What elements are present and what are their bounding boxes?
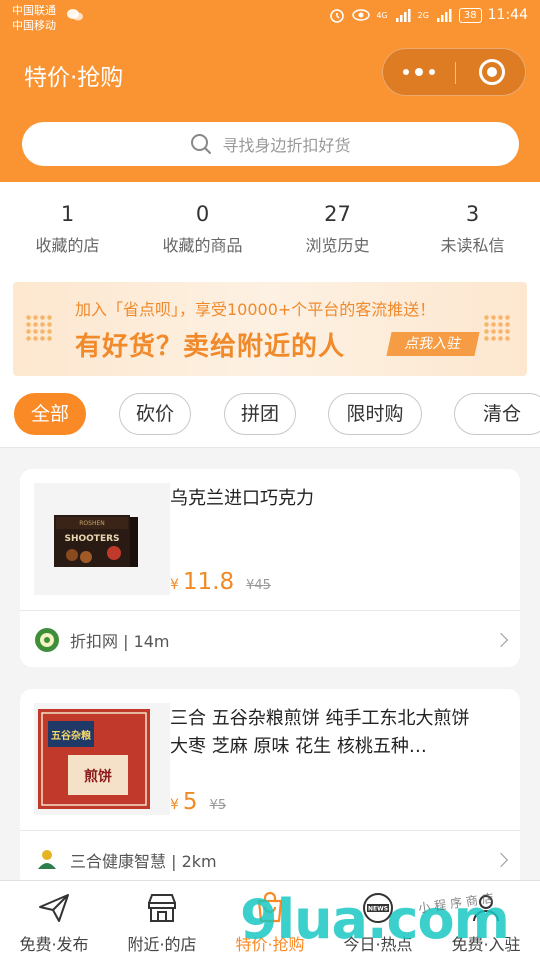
stat-value: 27 <box>324 202 351 226</box>
svg-text:NEWS: NEWS <box>368 906 388 913</box>
shop-info[interactable]: 三合健康智慧 | 2km <box>34 847 217 873</box>
stat-unread-messages[interactable]: 3 未读私信 <box>405 182 540 266</box>
banner-headline: 有好货？卖给附近的人 <box>75 332 346 362</box>
stat-value: 0 <box>195 202 210 226</box>
signal-icon-2 <box>436 9 452 22</box>
network-1: 4G <box>376 10 388 20</box>
wechat-icon <box>67 9 83 21</box>
tab-label: 附近·的店 <box>127 935 197 954</box>
page-title: 特价·抢购 <box>24 65 124 91</box>
user-stats: 1 收藏的店 0 收藏的商品 27 浏览历史 3 未读私信 <box>0 182 540 266</box>
product-price: ¥ 5 ¥5 <box>170 789 226 815</box>
filter-group-buy[interactable]: 拼团 <box>224 393 296 435</box>
search-placeholder: 寻找身边折扣好货 <box>222 136 351 155</box>
image-label-text: 五谷杂粮 <box>51 729 91 742</box>
product-image: 五谷杂粮 煎饼 <box>34 703 170 815</box>
shop-info[interactable]: 折扣网 | 14m <box>34 627 170 653</box>
close-mini-program-button[interactable] <box>479 59 505 85</box>
image-maker-text: ROSHEN <box>79 520 105 527</box>
shop-name-distance: 折扣网 | 14m <box>70 632 170 651</box>
current-price: 11.8 <box>182 569 235 595</box>
chevron-right-icon <box>493 852 509 868</box>
tab-label: 免费·入驻 <box>451 935 521 954</box>
bottom-tab-bar: 免费·发布 附近·的店 特价·抢购 NEWS 今日·热点 免费·入驻 <box>0 880 540 960</box>
product-image: SHOOTERS ROSHEN <box>34 483 170 595</box>
status-bar: 中国联通 中国移动 4G 2G 38 11:44 <box>0 0 540 36</box>
stat-label: 浏览历史 <box>305 236 370 255</box>
image-title-text: 煎饼 <box>84 768 112 785</box>
store-icon <box>148 894 176 922</box>
banner-subtitle: 加入「省点呗」，享受10000+个平台的客流推送！ <box>75 300 436 319</box>
filter-bargain[interactable]: 砍价 <box>119 393 191 435</box>
stat-label: 收藏的店 <box>35 236 100 255</box>
join-button[interactable]: 点我入驻 <box>386 332 480 356</box>
tab-nearby-shops[interactable]: 附近·的店 <box>108 881 216 960</box>
banner-dots-left <box>25 314 53 342</box>
stat-favorite-shops[interactable]: 1 收藏的店 <box>0 182 135 266</box>
tab-label: 特价·抢购 <box>235 935 305 954</box>
currency-symbol: ¥ <box>170 577 179 593</box>
product-price: ¥ 11.8 ¥45 <box>170 569 271 595</box>
battery-indicator: 38 <box>458 7 482 23</box>
tab-label: 免费·发布 <box>19 935 89 954</box>
currency-symbol: ¥ <box>170 797 179 813</box>
current-price: 5 <box>182 789 198 815</box>
original-price: ¥45 <box>246 578 271 593</box>
chocolate-box-image: SHOOTERS ROSHEN <box>34 483 170 595</box>
card-divider <box>20 830 520 831</box>
shop-name-distance: 三合健康智慧 | 2km <box>70 852 217 871</box>
promo-banner[interactable]: 加入「省点呗」，享受10000+个平台的客流推送！ 有好货？卖给附近的人 点我入… <box>13 282 527 376</box>
signal-icon-1 <box>395 9 411 22</box>
chevron-right-icon <box>493 632 509 648</box>
tab-hot-news[interactable]: NEWS 今日·热点 <box>324 881 432 960</box>
carrier-1: 中国联通 <box>12 4 56 17</box>
capsule-divider <box>455 62 456 84</box>
shopping-bag-icon <box>257 891 283 923</box>
eye-icon <box>352 9 371 21</box>
stat-label: 未读私信 <box>440 236 505 255</box>
card-divider <box>20 610 520 611</box>
original-price: ¥5 <box>209 798 227 813</box>
carrier-2: 中国移动 <box>12 19 56 32</box>
banner-dots-right <box>483 314 511 342</box>
news-icon: NEWS <box>363 893 393 923</box>
shop-logo-icon <box>35 628 59 652</box>
header: 中国联通 中国移动 4G 2G 38 11:44 特价·抢购 寻找身边折扣好货 <box>0 0 540 182</box>
status-icons: 4G 2G 38 11:44 <box>328 7 528 23</box>
product-card[interactable]: 五谷杂粮 煎饼 三合 五谷杂粮煎饼 纯手工东北大煎饼 大枣 芝麻 原味 花生 核… <box>20 689 520 889</box>
product-title: 三合 五谷杂粮煎饼 纯手工东北大煎饼 大枣 芝麻 原味 花生 核桃五种… <box>170 708 470 757</box>
filter-flash-sale[interactable]: 限时购 <box>328 393 422 435</box>
stat-value: 3 <box>465 202 480 226</box>
stat-label: 收藏的商品 <box>162 236 243 255</box>
image-brand-text: SHOOTERS <box>64 534 119 544</box>
filter-all[interactable]: 全部 <box>14 393 86 435</box>
stat-value: 1 <box>60 202 75 226</box>
tab-publish[interactable]: 免费·发布 <box>0 881 108 960</box>
clock: 11:44 <box>487 7 528 23</box>
stat-browse-history[interactable]: 27 浏览历史 <box>270 182 405 266</box>
product-card[interactable]: SHOOTERS ROSHEN 乌克兰进口巧克力 ¥ 11.8 ¥45 折扣网 … <box>20 469 520 667</box>
tab-label: 今日·热点 <box>343 935 413 954</box>
search-icon <box>191 134 212 154</box>
search-bar[interactable]: 寻找身边折扣好货 <box>22 122 519 166</box>
stat-favorite-items[interactable]: 0 收藏的商品 <box>135 182 270 266</box>
banner-section: 加入「省点呗」，享受10000+个平台的客流推送！ 有好货？卖给附近的人 点我入… <box>0 266 540 382</box>
user-icon <box>473 895 499 922</box>
product-title: 乌克兰进口巧克力 <box>170 488 314 509</box>
tab-deals[interactable]: 特价·抢购 <box>216 881 324 960</box>
mini-program-capsule <box>382 48 526 96</box>
filter-clearance[interactable]: 清仓 <box>454 393 540 435</box>
more-button[interactable] <box>383 49 455 95</box>
filter-bar: 全部 砍价 拼团 限时购 清仓 <box>0 382 540 448</box>
paper-plane-icon <box>39 894 69 922</box>
network-2: 2G <box>417 10 429 20</box>
carrier-info: 中国联通 中国移动 <box>12 3 56 33</box>
alarm-icon <box>330 9 345 23</box>
shop-logo-icon <box>38 850 56 869</box>
pancake-box-image: 五谷杂粮 煎饼 <box>34 703 170 815</box>
tab-join[interactable]: 免费·入驻 <box>432 881 540 960</box>
